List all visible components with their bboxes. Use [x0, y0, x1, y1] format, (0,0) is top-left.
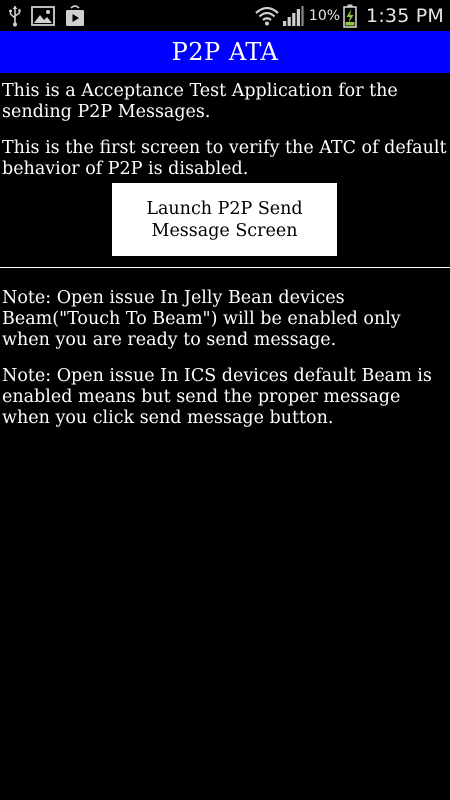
wifi-icon: [255, 6, 279, 26]
usb-icon: [8, 5, 22, 27]
clock: 1:35 PM: [366, 5, 444, 27]
play-store-icon: [64, 5, 86, 27]
image-icon: [31, 6, 55, 26]
note-jelly-bean: Note: Open issue In Jelly Bean devices B…: [2, 288, 401, 350]
note-ics: Note: Open issue In ICS devices default …: [2, 366, 432, 428]
screen-description-text: This is the first screen to verify the A…: [2, 138, 447, 179]
divider: [0, 267, 450, 268]
notification-icons: [8, 4, 86, 28]
page-title: P2P ATA: [171, 38, 279, 66]
status-bar: 10% 1:35 PM: [0, 0, 450, 31]
signal-icon: [282, 5, 304, 27]
battery-percent: 10%: [308, 8, 341, 24]
launch-p2p-send-message-button[interactable]: Launch P2P Send Message Screen: [112, 183, 337, 256]
battery-charging-icon: [343, 4, 357, 28]
intro-text: This is a Acceptance Test Application fo…: [2, 81, 398, 122]
system-icons: 10% 1:35 PM: [255, 3, 444, 29]
title-bar: P2P ATA: [0, 31, 450, 73]
